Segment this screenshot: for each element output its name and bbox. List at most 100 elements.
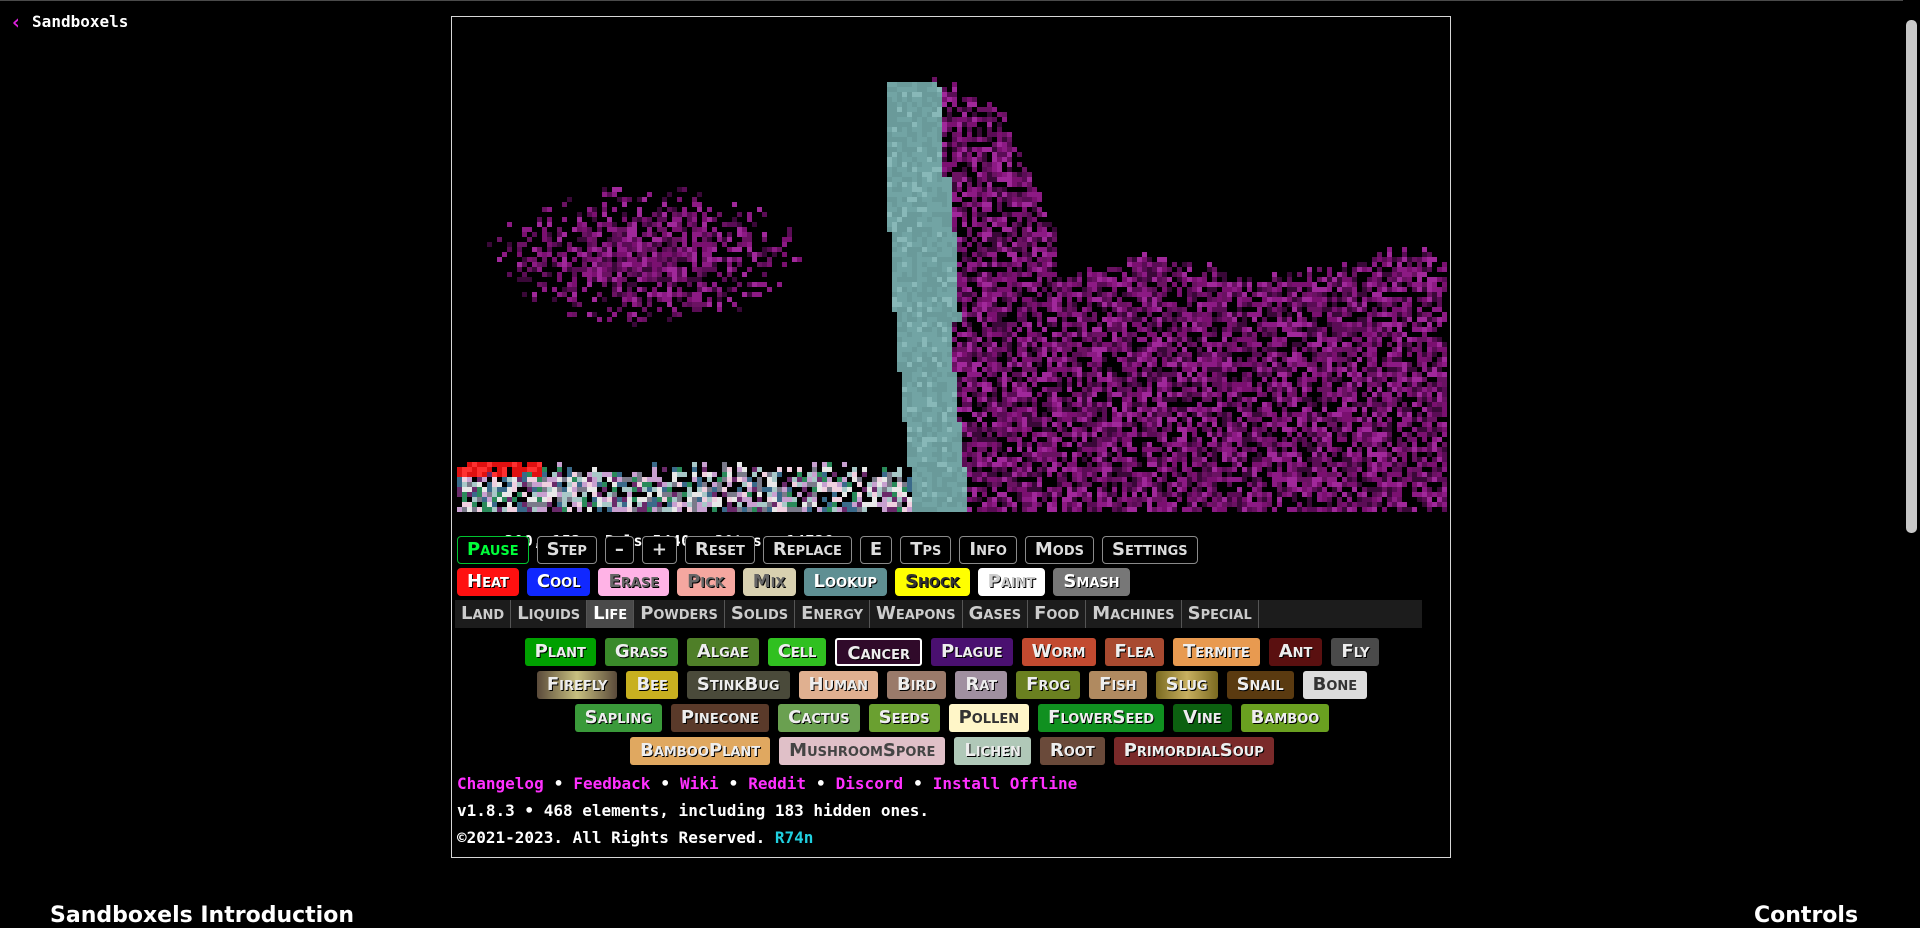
game-container: x200,y153Pxls:544030tps14738 PauseStep–+… [451, 16, 1451, 858]
element-stinkbug[interactable]: StinkBug [686, 671, 790, 699]
controls-heading: Controls [1754, 903, 1859, 928]
tab-gases[interactable]: Gases [963, 600, 1029, 628]
element-flea[interactable]: Flea [1104, 638, 1165, 666]
element-fish[interactable]: Fish [1089, 671, 1147, 699]
link-discord[interactable]: Discord [836, 774, 903, 793]
cool-tool-button[interactable]: Cool [526, 568, 591, 596]
tab-liquids[interactable]: Liquids [511, 600, 588, 628]
copyright: ©2021-2023. All Rights Reserved. R74n [457, 828, 813, 847]
tab-machines[interactable]: Machines [1086, 600, 1182, 628]
link-separator: • [816, 774, 826, 793]
element-frog[interactable]: Frog [1016, 671, 1081, 699]
tab-life[interactable]: Life [587, 600, 635, 628]
mix-tool-button[interactable]: Mix [742, 568, 796, 596]
element-bambooplant[interactable]: BambooPlant [630, 737, 771, 765]
element-rat[interactable]: Rat [955, 671, 1008, 699]
element-seeds[interactable]: Seeds [868, 704, 940, 732]
tools-row: Heat Cool Erase Pick Mix Lookup Shock Paint Smas… [457, 568, 1130, 596]
element-primordialsoup[interactable]: PrimordialSoup [1113, 737, 1274, 765]
element-grass[interactable]: Grass [604, 638, 678, 666]
pick-tool-button[interactable]: Pick [677, 568, 735, 596]
element-ant[interactable]: Ant [1268, 638, 1323, 666]
element-cancer[interactable]: Cancer [835, 638, 922, 666]
element-mushroomspore[interactable]: MushroomSpore [779, 737, 946, 765]
page-scrollbar[interactable] [1903, 0, 1920, 921]
link-changelog[interactable]: Changelog [457, 774, 544, 793]
element-flowerseed[interactable]: FlowerSeed [1038, 704, 1165, 732]
element-pollen[interactable]: Pollen [948, 704, 1030, 732]
minus-button[interactable]: – [604, 536, 634, 564]
element-plague[interactable]: Plague [930, 638, 1013, 666]
controls-row: Pause Step – + Reset Replace E Tps Info Mods Setti… [457, 536, 1198, 564]
smash-tool-button[interactable]: Smash [1053, 568, 1130, 596]
element-row: Sapling Pinecone Cactus Seeds Pollen FlowerSe… [457, 704, 1447, 732]
element-algae[interactable]: Algae [686, 638, 759, 666]
element-bone[interactable]: Bone [1302, 671, 1368, 699]
element-row: BambooPlant MushroomSpore Lichen Root Primor… [457, 737, 1447, 765]
element-worm[interactable]: Worm [1021, 638, 1096, 666]
element-human[interactable]: Human [798, 671, 878, 699]
footer-links: Changelog • Feedback • Wiki • Reddit • Discord • I… [457, 774, 1077, 793]
link-feedback[interactable]: Feedback [573, 774, 650, 793]
element-vine[interactable]: Vine [1173, 704, 1232, 732]
lookup-tool-button[interactable]: Lookup [803, 568, 888, 596]
link-separator: • [728, 774, 739, 793]
chevron-left-icon: ‹ [10, 9, 23, 34]
game-canvas[interactable] [457, 22, 1447, 512]
back-link[interactable]: ‹ Sandboxels [10, 9, 129, 34]
copyright-text: ©2021-2023. All Rights Reserved. [457, 828, 775, 847]
element-root[interactable]: Root [1039, 737, 1105, 765]
element-row: Plant Grass Algae Cell Cancer Plague Worm Flea T… [457, 638, 1447, 666]
element-lichen[interactable]: Lichen [954, 737, 1031, 765]
link-install-offline[interactable]: Install Offline [933, 774, 1078, 793]
author-link[interactable]: R74n [775, 828, 814, 847]
shock-tool-button[interactable]: Shock [895, 568, 970, 596]
erase-tool-button[interactable]: Erase [598, 568, 670, 596]
reset-button[interactable]: Reset [685, 536, 755, 564]
tab-energy[interactable]: Energy [795, 600, 870, 628]
tab-land[interactable]: Land [455, 600, 512, 628]
element-cactus[interactable]: Cactus [778, 704, 860, 732]
element-bird[interactable]: Bird [887, 671, 947, 699]
tab-weapons[interactable]: Weapons [870, 600, 963, 628]
plus-button[interactable]: + [641, 536, 677, 564]
element-buttons: Plant Grass Algae Cell Cancer Plague Worm Flea T… [457, 638, 1447, 770]
back-link-label: Sandboxels [32, 12, 129, 31]
heat-tool-button[interactable]: Heat [457, 568, 519, 596]
tab-food[interactable]: Food [1028, 600, 1087, 628]
element-cell[interactable]: Cell [767, 638, 827, 666]
scrollbar-thumb[interactable] [1906, 20, 1917, 533]
e-button[interactable]: E [859, 536, 893, 564]
tab-powders[interactable]: Powders [634, 600, 725, 628]
link-separator: • [660, 774, 671, 793]
element-snail[interactable]: Snail [1226, 671, 1294, 699]
element-sapling[interactable]: Sapling [574, 704, 662, 732]
info-button[interactable]: Info [959, 536, 1017, 564]
tab-special[interactable]: Special [1182, 600, 1259, 628]
link-separator: • [913, 774, 923, 793]
element-firefly[interactable]: Firefly [536, 671, 618, 699]
top-border [0, 0, 1920, 1]
replace-button[interactable]: Replace [762, 536, 852, 564]
element-plant[interactable]: Plant [524, 638, 596, 666]
element-pinecone[interactable]: Pinecone [670, 704, 770, 732]
link-separator: • [553, 774, 564, 793]
settings-button[interactable]: Settings [1102, 536, 1198, 564]
version-info: v1.8.3 • 468 elements, including 183 hid… [457, 801, 930, 820]
intro-heading: Sandboxels Introduction [50, 903, 354, 928]
link-wiki[interactable]: Wiki [680, 774, 719, 793]
element-termite[interactable]: Termite [1173, 638, 1260, 666]
link-reddit[interactable]: Reddit [748, 774, 806, 793]
element-bee[interactable]: Bee [626, 671, 678, 699]
mods-button[interactable]: Mods [1024, 536, 1095, 564]
element-slug[interactable]: Slug [1155, 671, 1218, 699]
pause-button[interactable]: Pause [457, 536, 529, 564]
category-tabs: Land Liquids Life Powders Solids Energy Weapon… [455, 600, 1422, 628]
step-button[interactable]: Step [536, 536, 597, 564]
tab-solids[interactable]: Solids [725, 600, 796, 628]
element-bamboo[interactable]: Bamboo [1240, 704, 1330, 732]
paint-tool-button[interactable]: Paint [977, 568, 1046, 596]
element-row: Firefly Bee StinkBug Human Bird Rat Frog Fish Sl… [457, 671, 1447, 699]
element-fly[interactable]: Fly [1331, 638, 1380, 666]
tps-button[interactable]: Tps [900, 536, 952, 564]
